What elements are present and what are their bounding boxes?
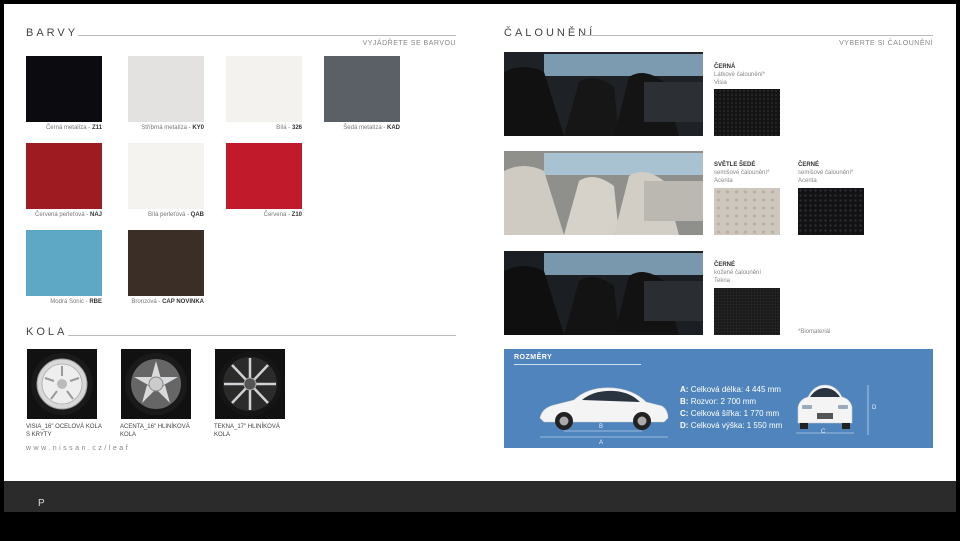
color-swatch-label: Modrá Sonic - RBE xyxy=(26,299,102,305)
color-swatch xyxy=(26,230,102,296)
bottom-bar xyxy=(0,512,960,541)
website-url: www.nissan.cz/leaf xyxy=(26,445,131,452)
dimensions-title: ROZMĚRY xyxy=(514,354,553,361)
upholstery-divider xyxy=(581,35,933,36)
spec-wheelbase: B: Rozvor: 2 700 mm xyxy=(680,397,757,406)
dim-label-c: C xyxy=(821,429,826,435)
color-swatch xyxy=(128,143,204,209)
height-indicator-line xyxy=(867,385,869,435)
color-swatch-label: Červená - Z10 xyxy=(226,212,302,218)
color-swatch xyxy=(324,56,400,122)
colors-subtitle: VYJÁDŘETE SE BARVOU xyxy=(362,40,456,47)
fabric-swatch-light-grey-suede xyxy=(714,188,780,235)
color-code: KY0 xyxy=(192,125,204,131)
wheel-label-tekna: TEKNA_17" HLINÍKOVÁ KOLA xyxy=(214,424,280,438)
color-code: CAP NOVINKA xyxy=(162,299,204,305)
page-footer: P xyxy=(4,481,956,512)
color-swatch xyxy=(26,143,102,209)
color-name: Šedá metalíza - xyxy=(343,125,386,131)
fabric-swatch-black-leather xyxy=(714,288,780,335)
spec-length: A: Celková délka: 4 445 mm xyxy=(680,385,781,394)
upholstery-subtitle: VYBERTE SI ČALOUNĚNÍ xyxy=(839,40,933,47)
color-name: Stříbrná metalíza - xyxy=(141,125,191,131)
color-swatch xyxy=(226,143,302,209)
color-code: Z11 xyxy=(91,125,102,131)
dimensions-panel: ROZMĚRY B A A: Celková délka: 4 445 mm B… xyxy=(504,349,933,448)
color-name: Bílá perleťová - xyxy=(148,212,189,218)
wheel-tekna xyxy=(215,349,285,419)
color-swatch-label: Červená perleťová - NAJ xyxy=(26,212,102,218)
biomaterial-footnote: *Biomateriál xyxy=(798,329,831,335)
color-code: NAJ xyxy=(89,212,102,218)
color-name: Bronzová - xyxy=(131,299,161,305)
color-swatch xyxy=(128,56,204,122)
color-code: QAB xyxy=(190,212,204,218)
color-swatch xyxy=(226,56,302,122)
wheel-label-acenta: ACENTA_16" HLINÍKOVÁ KOLA xyxy=(120,424,190,438)
trim-black-cloth: ČERNÁ Látkové čalounění* Visia xyxy=(714,64,766,86)
color-swatch xyxy=(26,56,102,122)
wheel-label-visia: VISIA_16" OCELOVÁ KOLA S KRYTY xyxy=(26,424,102,438)
trim-black-leather: ČERNÉ kožené čalounění Tekna xyxy=(714,262,762,284)
color-swatch-label: Bílá perleťová - QAB xyxy=(128,212,204,218)
color-swatch-label: Bronzová - CAP NOVINKA xyxy=(128,299,204,305)
color-swatch-label: Bílá - 326 xyxy=(226,125,302,131)
color-code: 326 xyxy=(291,125,302,131)
wheels-divider xyxy=(68,335,456,336)
fabric-swatch-black-suede xyxy=(798,188,864,235)
wheels-title: KOLA xyxy=(26,326,68,338)
dim-label-a: A xyxy=(599,440,604,446)
upholstery-title: ČALOUNĚNÍ xyxy=(504,27,596,39)
color-swatch-label: Šedá metalíza - KAD xyxy=(324,125,400,131)
color-swatch-label: Černá metalíza - Z11 xyxy=(26,125,102,131)
color-name: Černá metalíza - xyxy=(45,125,91,131)
page-label: P xyxy=(38,498,45,509)
color-code: KAD xyxy=(387,125,400,131)
interior-photo-black-leather xyxy=(504,251,703,335)
fabric-swatch-black-cloth xyxy=(714,89,780,136)
interior-photo-black-cloth xyxy=(504,52,703,136)
wheel-visia xyxy=(27,349,97,419)
interior-photo-grey-suede xyxy=(504,151,703,235)
color-name: Modrá Sonic - xyxy=(50,299,88,305)
car-side-view xyxy=(539,387,669,438)
trim-light-grey-suede: SVĚTLE ŠEDÉ semišové čalounění* Acenta xyxy=(714,162,770,184)
spec-height: D: Celková výška: 1 550 mm xyxy=(680,421,783,430)
color-code: Z10 xyxy=(291,212,302,218)
color-code: RBE xyxy=(89,299,102,305)
color-name: Červená perleťová - xyxy=(35,212,89,218)
dim-label-b: B xyxy=(599,424,604,430)
wheel-acenta xyxy=(121,349,191,419)
color-name: Bílá - xyxy=(276,125,291,131)
trim-black-suede: ČERNÉ semišové čalounění* Acenta xyxy=(798,162,854,184)
color-swatch-label: Stříbrná metalíza - KY0 xyxy=(128,125,204,131)
dim-label-d: D xyxy=(872,405,877,411)
color-swatch xyxy=(128,230,204,296)
dimensions-divider xyxy=(514,364,641,365)
car-front-view xyxy=(796,384,854,434)
spec-width: C: Celková šířka: 1 770 mm xyxy=(680,409,780,418)
brochure-page: BARVY VYJÁDŘETE SE BARVOU Černá metalíza… xyxy=(4,4,956,481)
colors-divider xyxy=(78,35,456,36)
color-name: Červená - xyxy=(263,212,290,218)
colors-title: BARVY xyxy=(26,27,79,39)
